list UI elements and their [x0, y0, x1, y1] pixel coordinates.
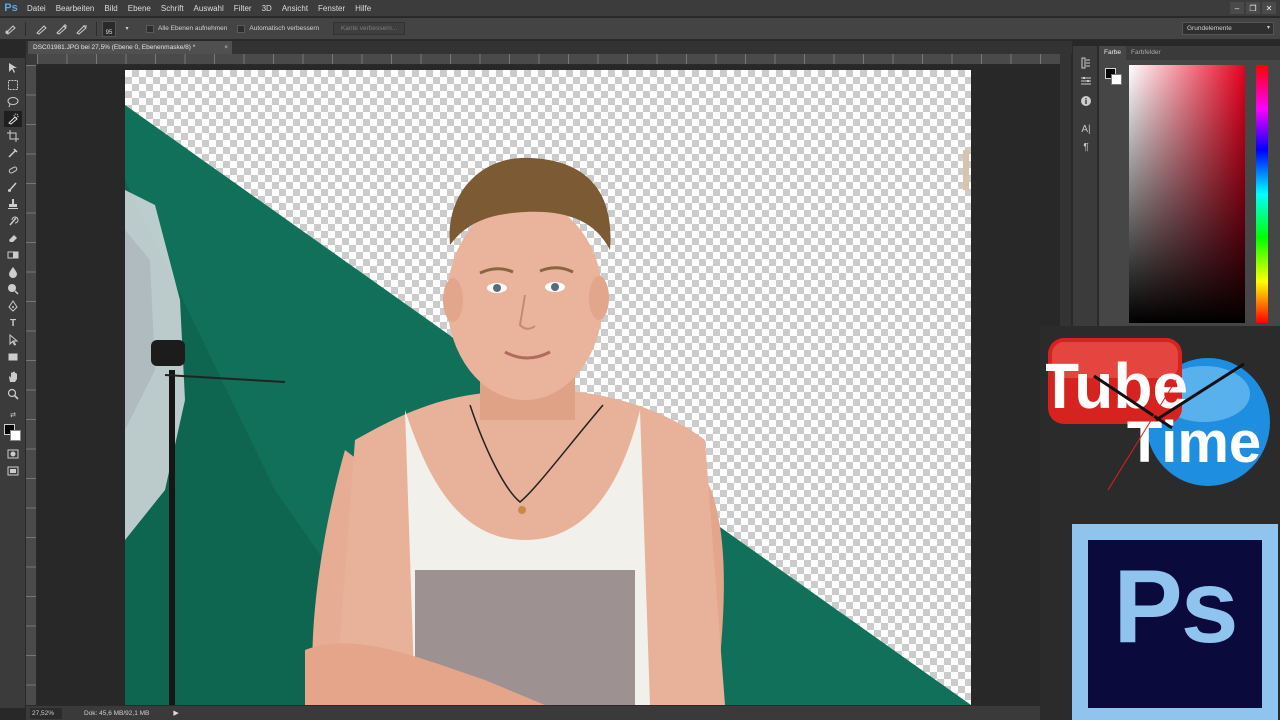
iris-right [551, 283, 559, 291]
document-tab-strip: DSC01981.JPG bei 27,5% (Ebene 0, Ebenenm… [26, 41, 1072, 54]
edge-artifact [963, 150, 969, 190]
add-selection-brush-icon[interactable] [53, 21, 71, 37]
refine-edge-button[interactable]: Kante verbessern... [333, 22, 406, 35]
subtract-selection-brush-icon[interactable] [73, 21, 91, 37]
hand-tool-icon[interactable] [4, 369, 22, 385]
tool-preset-icon[interactable] [2, 21, 20, 37]
vertical-ruler[interactable] [26, 65, 37, 705]
auto-enhance-label: Automatisch verbessern [249, 25, 320, 32]
options-bar: 95 ▾ Alle Ebenen aufnehmen Automatisch v… [0, 18, 1280, 40]
shape-tool-icon[interactable] [4, 349, 22, 365]
horizontal-ruler[interactable] [37, 54, 1060, 65]
crop-tool-icon[interactable] [4, 128, 22, 144]
ruler-corner [26, 54, 37, 65]
ear-right [589, 276, 609, 320]
brush-tool-icon[interactable] [4, 179, 22, 195]
clone-stamp-tool-icon[interactable] [4, 196, 22, 212]
necklace-pendant [518, 506, 526, 514]
dodge-tool-icon[interactable] [4, 281, 22, 297]
menu-bild[interactable]: Bild [99, 0, 122, 17]
paragraph-panel-icon[interactable]: ¶ [1077, 140, 1095, 154]
tab-swatches[interactable]: Farbfelder [1126, 46, 1166, 60]
menu-ansicht[interactable]: Ansicht [277, 0, 313, 17]
light-head [151, 340, 185, 366]
color-panel-tabs: Farbe Farbfelder [1099, 46, 1280, 60]
quick-selection-tool-icon[interactable] [4, 111, 22, 127]
panel-background-swatch[interactable] [1111, 74, 1122, 85]
menu-fenster[interactable]: Fenster [313, 0, 350, 17]
status-bar: 27,52% Dok: 45,6 MB/92,1 MB ▶ [26, 705, 1072, 720]
light-stand [169, 370, 175, 705]
info-panel-icon[interactable] [1077, 94, 1095, 108]
close-button[interactable]: ✕ [1262, 2, 1276, 14]
type-tool-icon[interactable]: T [4, 315, 22, 331]
tubetime-logo: Tube Time [1046, 338, 1270, 491]
menu-filter[interactable]: Filter [229, 0, 257, 17]
menu-hilfe[interactable]: Hilfe [350, 0, 376, 17]
photoshop-logo-icon: Ps [4, 2, 18, 14]
sample-all-layers-label: Alle Ebenen aufnehmen [158, 25, 228, 32]
zoom-tool-icon[interactable] [4, 386, 22, 402]
swap-colors-icon[interactable]: ⇄ [4, 407, 22, 423]
document-tab-title: DSC01981.JPG bei 27,5% (Ebene 0, Ebenenm… [33, 44, 196, 51]
screen-mode-icon[interactable] [4, 463, 22, 479]
history-panel-icon[interactable] [1077, 56, 1095, 70]
image-canvas[interactable] [125, 70, 971, 705]
move-tool-icon[interactable] [4, 60, 22, 76]
status-menu-arrow-icon[interactable]: ▶ [173, 709, 178, 717]
properties-panel-icon[interactable] [1077, 74, 1095, 88]
photo-content [125, 105, 971, 705]
photoshop-logo-square: Ps [1088, 540, 1262, 708]
healing-brush-tool-icon[interactable] [4, 162, 22, 178]
workspace-value: Grundelemente [1187, 25, 1232, 32]
minimize-button[interactable]: – [1230, 2, 1244, 14]
gradient-tool-icon[interactable] [4, 247, 22, 263]
blur-tool-icon[interactable] [4, 264, 22, 280]
background-color-swatch[interactable] [10, 430, 21, 441]
window-controls: – ❐ ✕ [1230, 2, 1276, 14]
zoom-level-field[interactable]: 27,52% [30, 707, 62, 719]
eraser-tool-icon[interactable] [4, 230, 22, 246]
ear-left [443, 278, 463, 322]
marquee-tool-icon[interactable] [4, 77, 22, 93]
time-text: Time [1127, 410, 1261, 475]
iris-left [493, 284, 501, 292]
new-selection-brush-icon[interactable] [33, 21, 51, 37]
document-size: Dok: 45,6 MB/92,1 MB [84, 709, 150, 717]
restore-button[interactable]: ❐ [1246, 2, 1260, 14]
separator [96, 21, 97, 36]
hue-slider[interactable] [1256, 65, 1268, 323]
photoshop-big-logo: Ps [1072, 524, 1278, 720]
menu-auswahl[interactable]: Auswahl [189, 0, 229, 17]
menu-bar: Ps Datei Bearbeiten Bild Ebene Schrift A… [0, 0, 1280, 17]
menu-ebene[interactable]: Ebene [123, 0, 156, 17]
menu-bearbeiten[interactable]: Bearbeiten [51, 0, 100, 17]
canvas-area[interactable] [37, 65, 1060, 705]
color-spectrum-field[interactable] [1129, 65, 1245, 323]
toolbox: T ⇄ [0, 58, 26, 708]
auto-enhance-checkbox[interactable] [237, 24, 246, 33]
tab-color[interactable]: Farbe [1099, 46, 1126, 60]
menu-3d[interactable]: 3D [257, 0, 277, 17]
menu-schrift[interactable]: Schrift [156, 0, 189, 17]
pen-tool-icon[interactable] [4, 298, 22, 314]
document-tab[interactable]: DSC01981.JPG bei 27,5% (Ebene 0, Ebenenm… [28, 41, 232, 54]
sample-all-layers-checkbox[interactable] [146, 24, 154, 33]
separator [25, 21, 26, 36]
chevron-down-icon: ▾ [1266, 25, 1270, 31]
quick-mask-icon[interactable] [4, 446, 22, 462]
path-selection-tool-icon[interactable] [4, 332, 22, 348]
brush-size-picker[interactable]: 95 [102, 20, 116, 37]
character-panel-icon[interactable]: A| [1077, 122, 1095, 136]
chevron-down-icon[interactable]: ▾ [118, 21, 136, 37]
history-brush-tool-icon[interactable] [4, 213, 22, 229]
panel-dock: A| ¶ [1072, 46, 1098, 326]
color-panel: Farbe Farbfelder [1099, 46, 1280, 326]
close-document-icon[interactable]: × [224, 41, 228, 54]
workspace-select[interactable]: Grundelemente ▾ [1182, 22, 1274, 35]
photoshop-logo-text: Ps [1113, 549, 1238, 665]
lasso-tool-icon[interactable] [4, 94, 22, 110]
menu-datei[interactable]: Datei [22, 0, 51, 17]
eyedropper-tool-icon[interactable] [4, 145, 22, 161]
